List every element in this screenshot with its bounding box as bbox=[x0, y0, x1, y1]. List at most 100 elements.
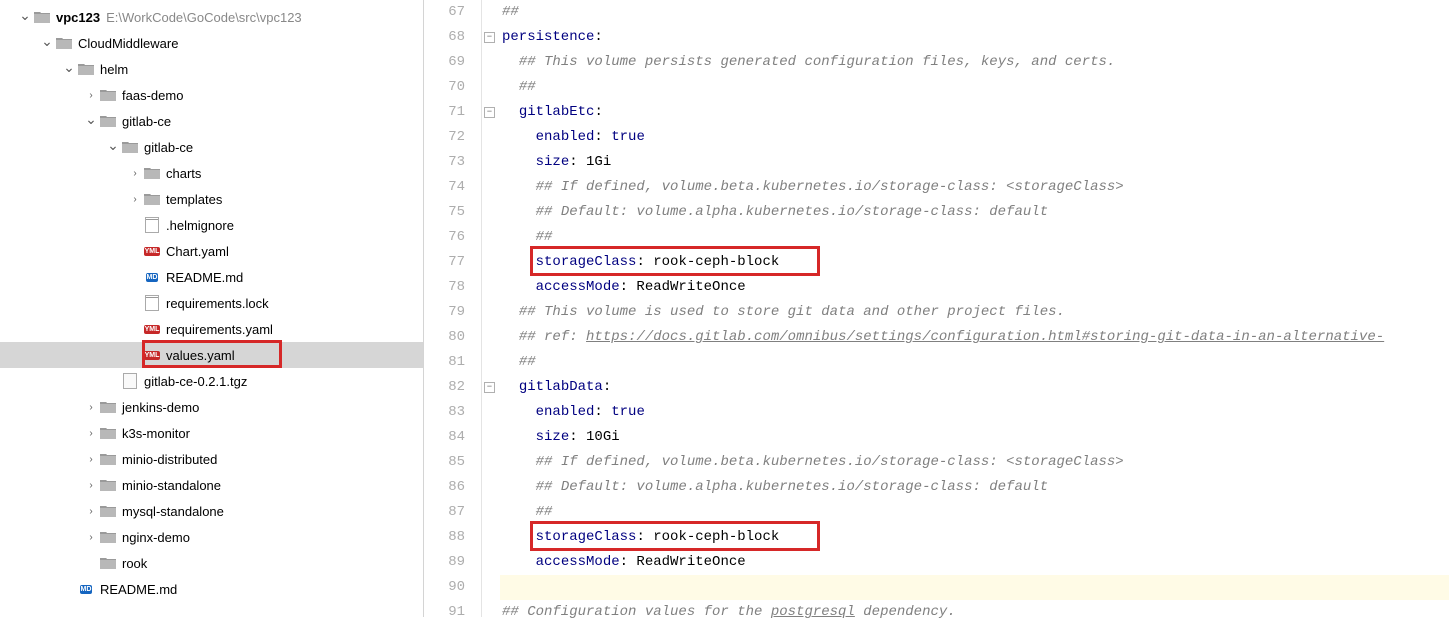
tree-label: faas-demo bbox=[122, 88, 183, 103]
code-token: ## If defined, volume.beta.kubernetes.io… bbox=[536, 179, 1124, 195]
tree-item-templates[interactable]: ›templates bbox=[0, 186, 423, 212]
code-line[interactable]: ## If defined, volume.beta.kubernetes.io… bbox=[500, 450, 1449, 475]
fold-gutter[interactable]: − − − bbox=[482, 0, 500, 617]
tree-item-readme-md[interactable]: MDREADME.md bbox=[0, 576, 423, 602]
code-line[interactable]: ## bbox=[500, 350, 1449, 375]
code-line[interactable]: ## Configuration values for the postgres… bbox=[500, 600, 1449, 625]
tree-item-gitlab-ce-0-2-1-tgz[interactable]: gitlab-ce-0.2.1.tgz bbox=[0, 368, 423, 394]
tree-item--helmignore[interactable]: .helmignore bbox=[0, 212, 423, 238]
code-token: ## bbox=[536, 504, 553, 520]
folder-icon bbox=[100, 451, 116, 467]
chevron-right-icon[interactable]: › bbox=[84, 90, 98, 101]
code-token bbox=[502, 479, 536, 495]
tree-item-requirements-yaml[interactable]: YMLrequirements.yaml bbox=[0, 316, 423, 342]
line-number: 73 bbox=[424, 150, 465, 175]
project-tree[interactable]: ⌄vpc123E:\WorkCode\GoCode\src\vpc123⌄Clo… bbox=[0, 0, 424, 617]
tree-item-values-yaml[interactable]: YMLvalues.yaml bbox=[0, 342, 423, 368]
code-line[interactable] bbox=[500, 575, 1449, 600]
tree-item-readme-md[interactable]: MDREADME.md bbox=[0, 264, 423, 290]
tree-item-nginx-demo[interactable]: ›nginx-demo bbox=[0, 524, 423, 550]
code-token bbox=[502, 354, 519, 370]
tree-item-faas-demo[interactable]: › faas-demo bbox=[0, 82, 423, 108]
chevron-down-icon[interactable]: ⌄ bbox=[62, 59, 76, 76]
chevron-down-icon[interactable]: ⌄ bbox=[40, 33, 54, 50]
tree-item-chart-yaml[interactable]: YMLChart.yaml bbox=[0, 238, 423, 264]
chevron-down-icon[interactable]: ⌄ bbox=[18, 7, 32, 24]
tree-label: requirements.yaml bbox=[166, 322, 273, 337]
code-line[interactable]: ## Default: volume.alpha.kubernetes.io/s… bbox=[500, 200, 1449, 225]
code-line[interactable]: ## This volume is used to store git data… bbox=[500, 300, 1449, 325]
line-number: 71 bbox=[424, 100, 465, 125]
file-icon bbox=[144, 295, 160, 311]
code-line[interactable]: ## If defined, volume.beta.kubernetes.io… bbox=[500, 175, 1449, 200]
line-number: 69 bbox=[424, 50, 465, 75]
code-token: size bbox=[536, 154, 570, 170]
code-line[interactable]: ## bbox=[500, 225, 1449, 250]
code-token: ## bbox=[502, 4, 519, 20]
code-line[interactable]: enabled: true bbox=[500, 400, 1449, 425]
code-token bbox=[502, 129, 536, 145]
code-line[interactable]: size: 1Gi bbox=[500, 150, 1449, 175]
chevron-right-icon[interactable]: › bbox=[84, 428, 98, 439]
project-path: E:\WorkCode\GoCode\src\vpc123 bbox=[106, 10, 302, 25]
folder-icon bbox=[100, 555, 116, 571]
code-line[interactable]: storageClass: rook-ceph-block bbox=[500, 525, 1449, 550]
tree-item-vpc123[interactable]: ⌄vpc123E:\WorkCode\GoCode\src\vpc123 bbox=[0, 4, 423, 30]
tree-item-charts[interactable]: ›charts bbox=[0, 160, 423, 186]
code-token: ## ref: bbox=[519, 329, 586, 345]
code-line[interactable]: gitlabData: bbox=[500, 375, 1449, 400]
chevron-right-icon[interactable]: › bbox=[84, 454, 98, 465]
tree-item-jenkins-demo[interactable]: ›jenkins-demo bbox=[0, 394, 423, 420]
code-token: gitlabData bbox=[519, 379, 603, 395]
tree-item-cloudmiddleware[interactable]: ⌄ CloudMiddleware bbox=[0, 30, 423, 56]
line-number: 89 bbox=[424, 550, 465, 575]
tree-item-gitlab-ce[interactable]: ⌄gitlab-ce bbox=[0, 134, 423, 160]
code-line[interactable]: accessMode: ReadWriteOnce bbox=[500, 275, 1449, 300]
code-line[interactable]: ## bbox=[500, 500, 1449, 525]
tree-item-mysql-standalone[interactable]: ›mysql-standalone bbox=[0, 498, 423, 524]
code-token bbox=[502, 229, 536, 245]
code-line[interactable]: storageClass: rook-ceph-block bbox=[500, 250, 1449, 275]
line-number: 81 bbox=[424, 350, 465, 375]
code-line[interactable]: gitlabEtc: bbox=[500, 100, 1449, 125]
tree-item-rook[interactable]: rook bbox=[0, 550, 423, 576]
chevron-down-icon[interactable]: ⌄ bbox=[84, 111, 98, 128]
code-line[interactable]: persistence: bbox=[500, 25, 1449, 50]
line-number-gutter: 6768697071727374757677787980818283848586… bbox=[424, 0, 482, 617]
chevron-right-icon[interactable]: › bbox=[84, 480, 98, 491]
chevron-right-icon[interactable]: › bbox=[128, 194, 142, 205]
chevron-right-icon[interactable]: › bbox=[84, 402, 98, 413]
code-token: : bbox=[594, 104, 602, 120]
tree-item-k3s-monitor[interactable]: ›k3s-monitor bbox=[0, 420, 423, 446]
code-token bbox=[502, 529, 536, 545]
line-number: 87 bbox=[424, 500, 465, 525]
code-line[interactable]: ## ref: https://docs.gitlab.com/omnibus/… bbox=[500, 325, 1449, 350]
fold-toggle-icon[interactable]: − bbox=[484, 382, 495, 393]
code-line[interactable]: enabled: true bbox=[500, 125, 1449, 150]
code-token bbox=[502, 79, 519, 95]
fold-toggle-icon[interactable]: − bbox=[484, 32, 495, 43]
code-area[interactable]: ## persistence: ## This volume persists g… bbox=[500, 0, 1449, 617]
code-line[interactable]: ## bbox=[500, 0, 1449, 25]
tree-label: values.yaml bbox=[166, 348, 235, 363]
fold-toggle-icon[interactable]: − bbox=[484, 107, 495, 118]
chevron-right-icon[interactable]: › bbox=[128, 168, 142, 179]
tree-item-helm[interactable]: ⌄helm bbox=[0, 56, 423, 82]
code-line[interactable]: ## bbox=[500, 75, 1449, 100]
code-line[interactable]: ## This volume persists generated config… bbox=[500, 50, 1449, 75]
code-token: : rook-ceph-block bbox=[636, 529, 779, 545]
code-editor[interactable]: 6768697071727374757677787980818283848586… bbox=[424, 0, 1449, 617]
archive-file-icon bbox=[122, 373, 138, 389]
tree-item-gitlab-ce[interactable]: ⌄gitlab-ce bbox=[0, 108, 423, 134]
code-line[interactable]: ## Default: volume.alpha.kubernetes.io/s… bbox=[500, 475, 1449, 500]
code-line[interactable]: size: 10Gi bbox=[500, 425, 1449, 450]
chevron-right-icon[interactable]: › bbox=[84, 506, 98, 517]
tree-item-minio-distributed[interactable]: ›minio-distributed bbox=[0, 446, 423, 472]
code-line[interactable]: accessMode: ReadWriteOnce bbox=[500, 550, 1449, 575]
tree-item-requirements-lock[interactable]: requirements.lock bbox=[0, 290, 423, 316]
chevron-down-icon[interactable]: ⌄ bbox=[106, 137, 120, 154]
tree-label: CloudMiddleware bbox=[78, 36, 178, 51]
line-number: 68 bbox=[424, 25, 465, 50]
chevron-right-icon[interactable]: › bbox=[84, 532, 98, 543]
tree-item-minio-standalone[interactable]: ›minio-standalone bbox=[0, 472, 423, 498]
